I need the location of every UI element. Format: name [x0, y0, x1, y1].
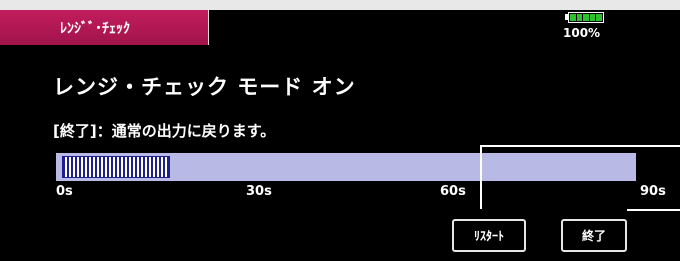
battery-status: 100% — [563, 10, 653, 45]
instruction-text: [終了]：通常の出力に戻ります。 — [53, 122, 276, 140]
divider-line — [480, 145, 482, 209]
restart-button[interactable]: ﾘｽﾀｰﾄ — [452, 219, 526, 252]
mode-tab: ﾚﾝｼﾞﾞ･ﾁｪｯｸ — [0, 10, 209, 45]
battery-icon — [565, 11, 607, 23]
tick-label: 90s — [640, 184, 666, 199]
page-title: レンジ・チェック モード オン — [53, 75, 356, 99]
end-button[interactable]: 終了 — [561, 219, 627, 252]
mode-tab-label: ﾚﾝｼﾞﾞ･ﾁｪｯｸ — [60, 20, 130, 37]
range-check-screen: ﾚﾝｼﾞﾞ･ﾁｪｯｸ 100% レンジ・チェック モード オン [終了]：通常の… — [0, 0, 680, 261]
divider-line — [627, 209, 680, 211]
timer-progress-fill — [62, 156, 170, 178]
divider-line — [480, 145, 680, 147]
tick-label: 0s — [56, 184, 73, 199]
timer-progress-bar — [56, 153, 636, 181]
tick-label: 30s — [246, 184, 272, 199]
battery-percent: 100% — [563, 26, 601, 40]
tick-label: 60s — [440, 184, 466, 199]
